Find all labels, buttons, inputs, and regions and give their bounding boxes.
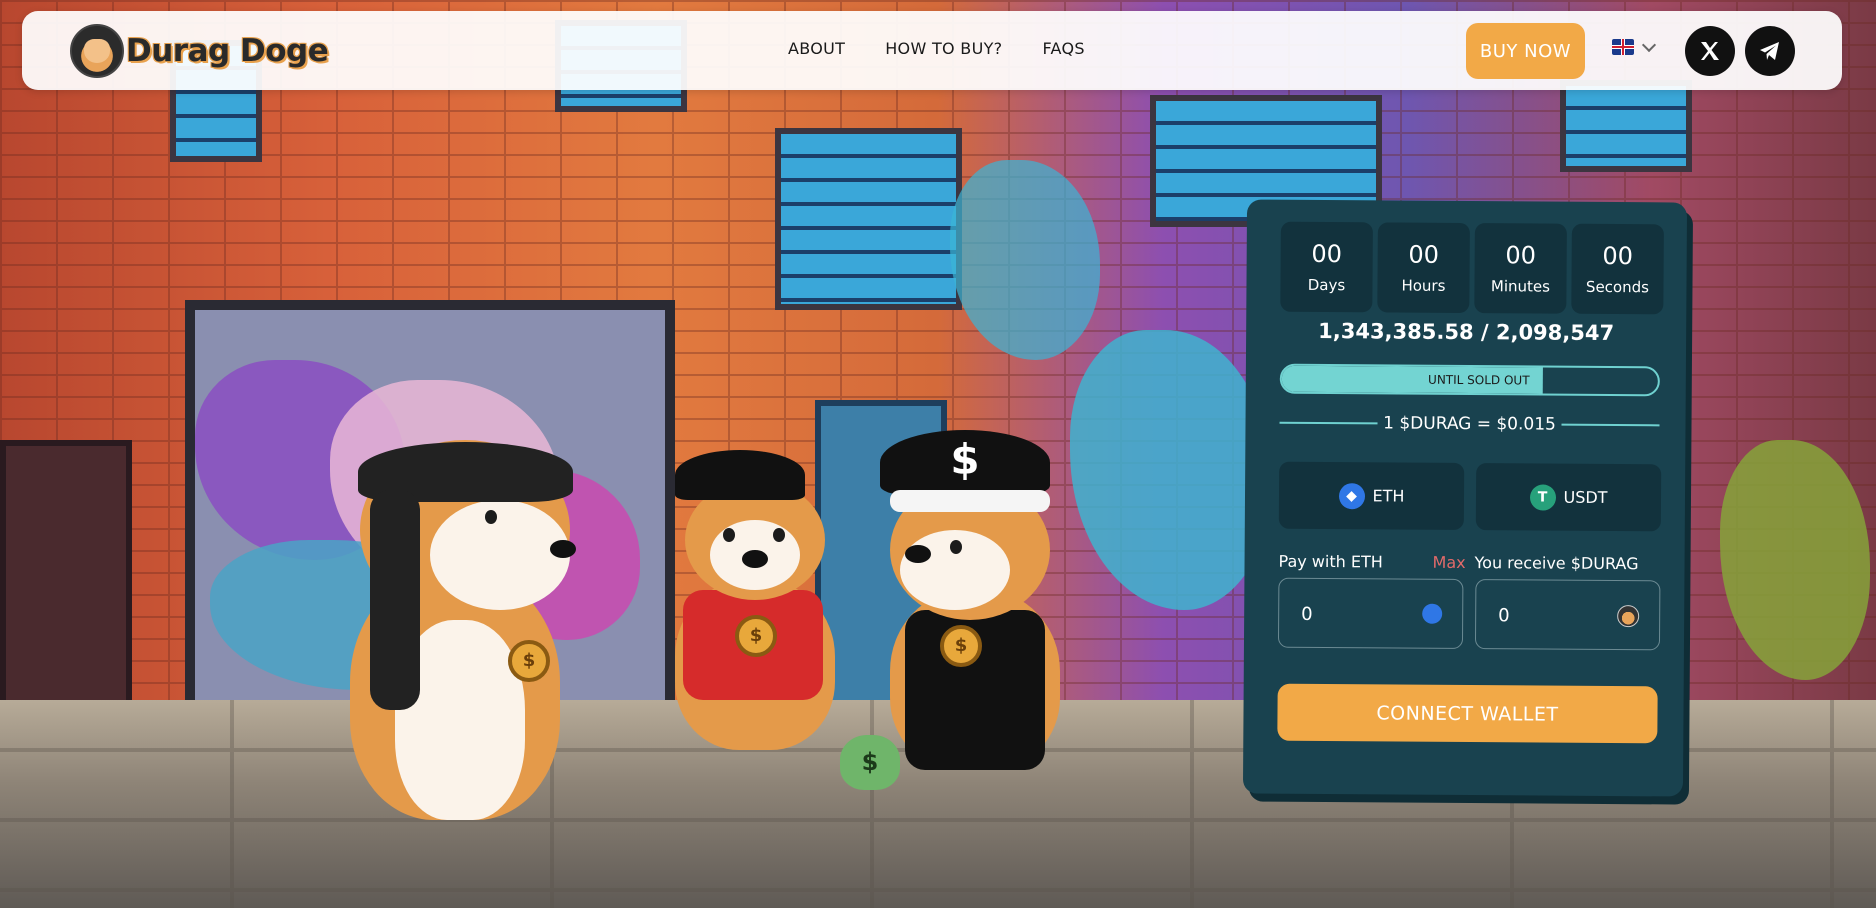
countdown-label: Minutes: [1490, 277, 1551, 296]
building-window: [775, 128, 962, 310]
connect-wallet-button[interactable]: CONNECT WALLET: [1277, 683, 1658, 744]
pay-amount-box: [1277, 577, 1464, 649]
language-selector[interactable]: [1612, 37, 1657, 55]
logo[interactable]: Durag Doge: [70, 24, 329, 78]
side-door: [0, 440, 132, 732]
raised-amount: 1,343,385.58 / 2,098,547: [1318, 318, 1615, 346]
presale-widget: 00 Days 00 Hours 00 Minutes 00 Seconds 1…: [1242, 199, 1688, 797]
countdown-minutes: 00 Minutes: [1474, 223, 1567, 314]
dog-black-durag: $: [300, 400, 620, 840]
nav-how-to-buy[interactable]: HOW TO BUY?: [885, 39, 1002, 58]
countdown-value: 00: [1408, 240, 1440, 269]
chevron-down-icon: [1641, 37, 1657, 53]
uk-flag-icon: [1612, 39, 1634, 55]
countdown-value: 00: [1602, 241, 1634, 271]
max-button[interactable]: Max: [1432, 553, 1465, 572]
telegram-button[interactable]: [1745, 26, 1795, 76]
pay-label: Pay with ETH: [1278, 551, 1383, 572]
dog-red-shirt: $: [655, 450, 855, 760]
doge-logo-icon: [70, 24, 124, 78]
token-label: USDT: [1563, 487, 1608, 507]
countdown-label: Hours: [1401, 276, 1446, 295]
ethereum-icon: [1422, 603, 1443, 624]
divider: [1561, 423, 1660, 427]
dog-dollar-cap: $ $: [860, 430, 1080, 780]
pay-usdt-button[interactable]: T USDT: [1475, 463, 1662, 532]
countdown-value: 00: [1311, 239, 1343, 269]
durag-token-icon: [1617, 605, 1640, 628]
progress-label: UNTIL SOLD OUT: [1428, 372, 1530, 388]
countdown-seconds: 00 Seconds: [1571, 223, 1664, 315]
divider: [1279, 421, 1378, 425]
building-window: [1560, 80, 1692, 172]
ethereum-icon: ◆: [1338, 482, 1365, 509]
countdown-label: Days: [1307, 275, 1346, 295]
tether-icon: T: [1529, 483, 1556, 511]
site-header: Durag Doge ABOUT HOW TO BUY? FAQS BUY NO…: [22, 11, 1842, 90]
field-labels: Pay with ETH Max You receive $DURAG: [1278, 552, 1658, 575]
receive-amount-box: [1474, 579, 1661, 651]
x-logo-icon: [1701, 42, 1719, 60]
telegram-icon: [1760, 42, 1779, 60]
money-bag: $: [840, 735, 900, 790]
pay-amount-input[interactable]: [1299, 598, 1414, 630]
x-twitter-button[interactable]: [1685, 26, 1735, 76]
countdown-label: Seconds: [1585, 277, 1650, 297]
nav-faqs[interactable]: FAQS: [1042, 39, 1084, 58]
nav-about[interactable]: ABOUT: [788, 39, 845, 58]
main-nav: ABOUT HOW TO BUY? FAQS: [788, 39, 1085, 58]
countdown: 00 Days 00 Hours 00 Minutes 00 Seconds: [1280, 221, 1664, 315]
countdown-hours: 00 Hours: [1377, 222, 1470, 314]
token-label: ETH: [1372, 486, 1405, 506]
amount-inputs: [1277, 577, 1661, 651]
brand-name: Durag Doge: [126, 33, 329, 69]
token-rate: 1 $DURAG = $0.015: [1279, 413, 1660, 436]
presale-progress-bar: UNTIL SOLD OUT: [1279, 363, 1660, 397]
countdown-value: 00: [1505, 241, 1537, 270]
receive-amount-input[interactable]: [1496, 600, 1611, 632]
pay-eth-button[interactable]: ◆ ETH: [1278, 461, 1465, 530]
buy-now-button[interactable]: BUY NOW: [1466, 23, 1585, 79]
countdown-days: 00 Days: [1280, 221, 1373, 313]
payment-token-selector: ◆ ETH T USDT: [1278, 461, 1662, 532]
receive-label: You receive $DURAG: [1474, 553, 1639, 574]
rate-text: 1 $DURAG = $0.015: [1383, 413, 1556, 435]
